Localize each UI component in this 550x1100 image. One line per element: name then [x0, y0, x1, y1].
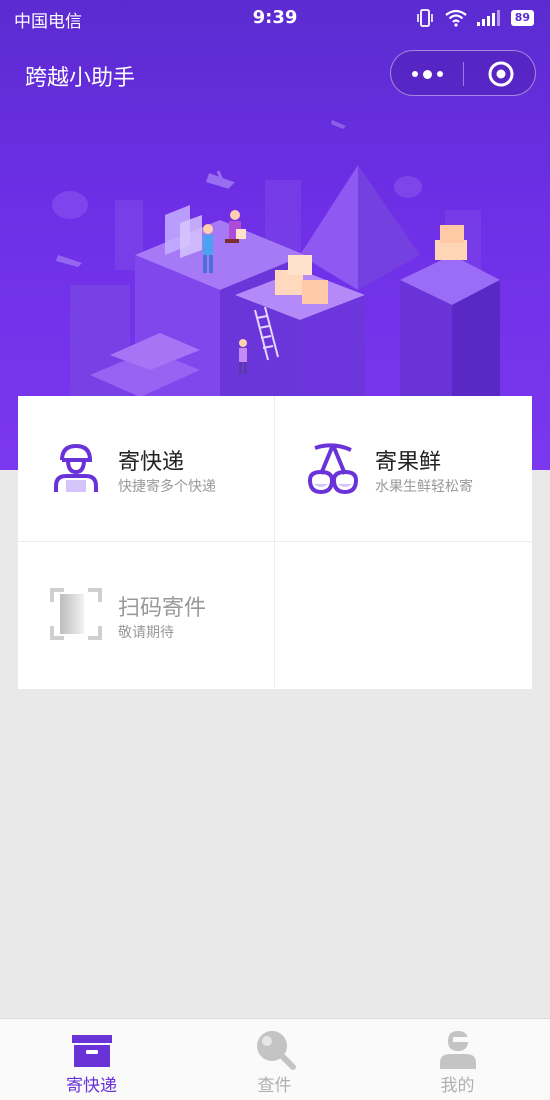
courier-person-icon [54, 443, 98, 492]
service-scan-send: 扫码寄件 敬请期待 [18, 542, 275, 688]
logistics-illustration [52, 120, 500, 400]
miniapp-capsule [390, 50, 536, 96]
status-bar: 中国电信 9:39 89 [0, 0, 550, 36]
wifi-icon [445, 9, 467, 27]
box-icon [72, 1035, 112, 1067]
service-grid: 寄快递 快捷寄多个快递 寄果鲜 水果生鲜轻松寄 扫码寄件 敬请期待 [18, 396, 532, 689]
tab-label: 寄快递 [66, 1076, 117, 1096]
service-subtitle: 水果生鲜轻松寄 [375, 479, 473, 495]
service-subtitle: 快捷寄多个快递 [118, 479, 216, 495]
vibrate-icon [416, 9, 433, 27]
magnifier-icon [257, 1031, 296, 1070]
tab-label: 我的 [440, 1076, 475, 1096]
page-title: 跨越小助手 [25, 66, 136, 91]
service-title: 寄快递 [118, 450, 185, 475]
service-title: 扫码寄件 [118, 596, 207, 621]
signal-icon [476, 10, 500, 26]
status-icons: 89 [415, 8, 534, 28]
service-send-fruit[interactable]: 寄果鲜 水果生鲜轻松寄 [275, 396, 532, 542]
tab-bar: 寄快递 查件 我的 [0, 1018, 550, 1100]
more-button[interactable] [391, 51, 463, 97]
cherry-icon [307, 443, 359, 495]
tab-label: 查件 [257, 1076, 292, 1096]
user-icon [440, 1031, 476, 1069]
service-title: 寄果鲜 [375, 450, 442, 475]
battery-icon: 89 [510, 10, 534, 26]
service-subtitle: 敬请期待 [118, 625, 174, 641]
target-close-icon [488, 61, 513, 87]
tab-send-express[interactable]: 寄快递 [0, 1019, 183, 1100]
tab-mine[interactable]: 我的 [366, 1019, 549, 1100]
more-dot-icon [411, 71, 418, 77]
more-dot-icon [436, 71, 443, 77]
scan-frame-icon [50, 588, 102, 640]
empty-cell [275, 542, 532, 688]
close-button[interactable] [464, 51, 537, 97]
more-dot-icon [422, 69, 432, 79]
service-send-express[interactable]: 寄快递 快捷寄多个快递 [18, 396, 275, 542]
tab-track[interactable]: 查件 [183, 1019, 366, 1100]
